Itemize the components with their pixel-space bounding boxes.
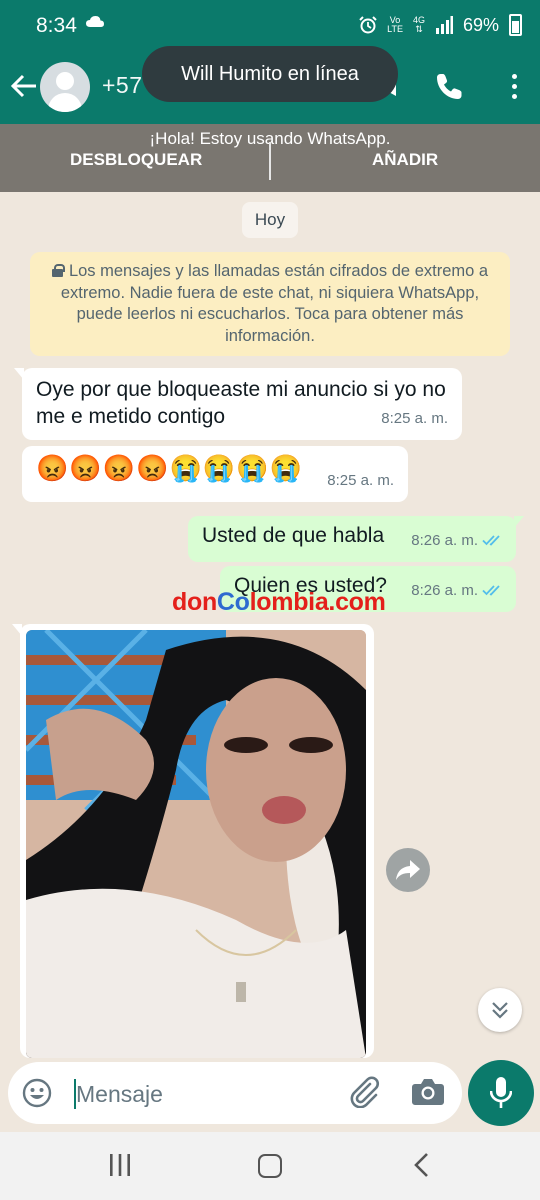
camera-icon[interactable]	[412, 1078, 444, 1106]
mic-button[interactable]	[468, 1060, 534, 1126]
watermark-part: Co	[216, 588, 250, 616]
message-meta: 8:26 a. m.	[411, 577, 502, 604]
more-vert-icon[interactable]	[510, 72, 518, 100]
system-nav-bar	[0, 1132, 540, 1200]
watermark: donColombia.com	[172, 588, 386, 617]
message-input[interactable]: Mensaje	[76, 1081, 163, 1108]
status-bar: 8:34 Vo LTE 4G ⇅ 69%	[0, 0, 540, 52]
message-time: 8:25 a. m.	[381, 410, 448, 427]
banner-divider	[269, 142, 271, 180]
message-bubble[interactable]: 😡😡😡😡😭😭😭😭 8:25 a. m.	[22, 446, 408, 502]
back-arrow-icon[interactable]	[10, 72, 38, 100]
battery-icon	[509, 14, 522, 36]
message-time: 8:25 a. m.	[327, 472, 394, 489]
chat-header: +57 323 8838541 Will Humito en línea	[0, 46, 540, 124]
recent-apps-icon[interactable]	[108, 1154, 132, 1176]
mic-icon	[490, 1077, 512, 1108]
message-list[interactable]: Hoy Los mensajes y las llamadas están ci…	[0, 192, 540, 1062]
chevron-double-down-icon[interactable]	[478, 988, 522, 1032]
emoji-icon[interactable]	[22, 1078, 52, 1108]
message-bubble[interactable]: Oye por que bloqueaste mi anuncio si yo …	[14, 368, 462, 440]
encryption-text: Los mensajes y las llamadas están cifrad…	[60, 262, 489, 345]
avatar[interactable]	[40, 62, 90, 112]
message-time: 8:26 a. m.	[411, 582, 478, 599]
double-check-icon	[482, 585, 500, 596]
home-icon[interactable]	[258, 1154, 282, 1178]
unblock-button[interactable]: DESBLOQUEAR	[60, 150, 212, 170]
watermark-part: lombia.com	[249, 588, 386, 616]
blocked-contact-banner: ¡Hola! Estoy usando WhatsApp. DESBLOQUEA…	[0, 124, 540, 192]
photo-image	[26, 630, 366, 1058]
message-meta: 8:26 a. m.	[411, 527, 502, 554]
network-type-label: 4G ⇅	[412, 15, 425, 34]
message-composer[interactable]: Mensaje	[8, 1062, 462, 1124]
cloud-icon	[86, 16, 104, 27]
lock-icon	[51, 264, 65, 277]
encryption-notice[interactable]: Los mensajes y las llamadas están cifrad…	[30, 252, 510, 356]
add-contact-button[interactable]: AÑADIR	[362, 150, 448, 170]
day-separator: Hoy	[242, 202, 298, 238]
message-bubble[interactable]: Usted de que habla 8:26 a. m.	[188, 516, 524, 562]
nav-back-icon[interactable]	[410, 1152, 434, 1178]
photo[interactable]	[26, 630, 366, 1058]
alarm-icon	[359, 16, 377, 34]
image-message[interactable]	[12, 624, 374, 1058]
signal-icon	[435, 16, 453, 34]
double-check-icon	[482, 535, 500, 546]
attach-icon[interactable]	[348, 1076, 380, 1108]
message-time: 8:26 a. m.	[411, 532, 478, 549]
status-time: 8:34	[36, 14, 77, 37]
battery-percent: 69%	[462, 14, 499, 35]
phone-icon[interactable]	[436, 72, 464, 100]
online-toast: Will Humito en línea	[142, 46, 398, 102]
volte-label: Vo LTE	[387, 15, 403, 34]
status-icons: Vo LTE 4G ⇅ 69%	[359, 14, 522, 36]
watermark-part: don	[172, 588, 217, 616]
forward-icon[interactable]	[386, 848, 430, 892]
